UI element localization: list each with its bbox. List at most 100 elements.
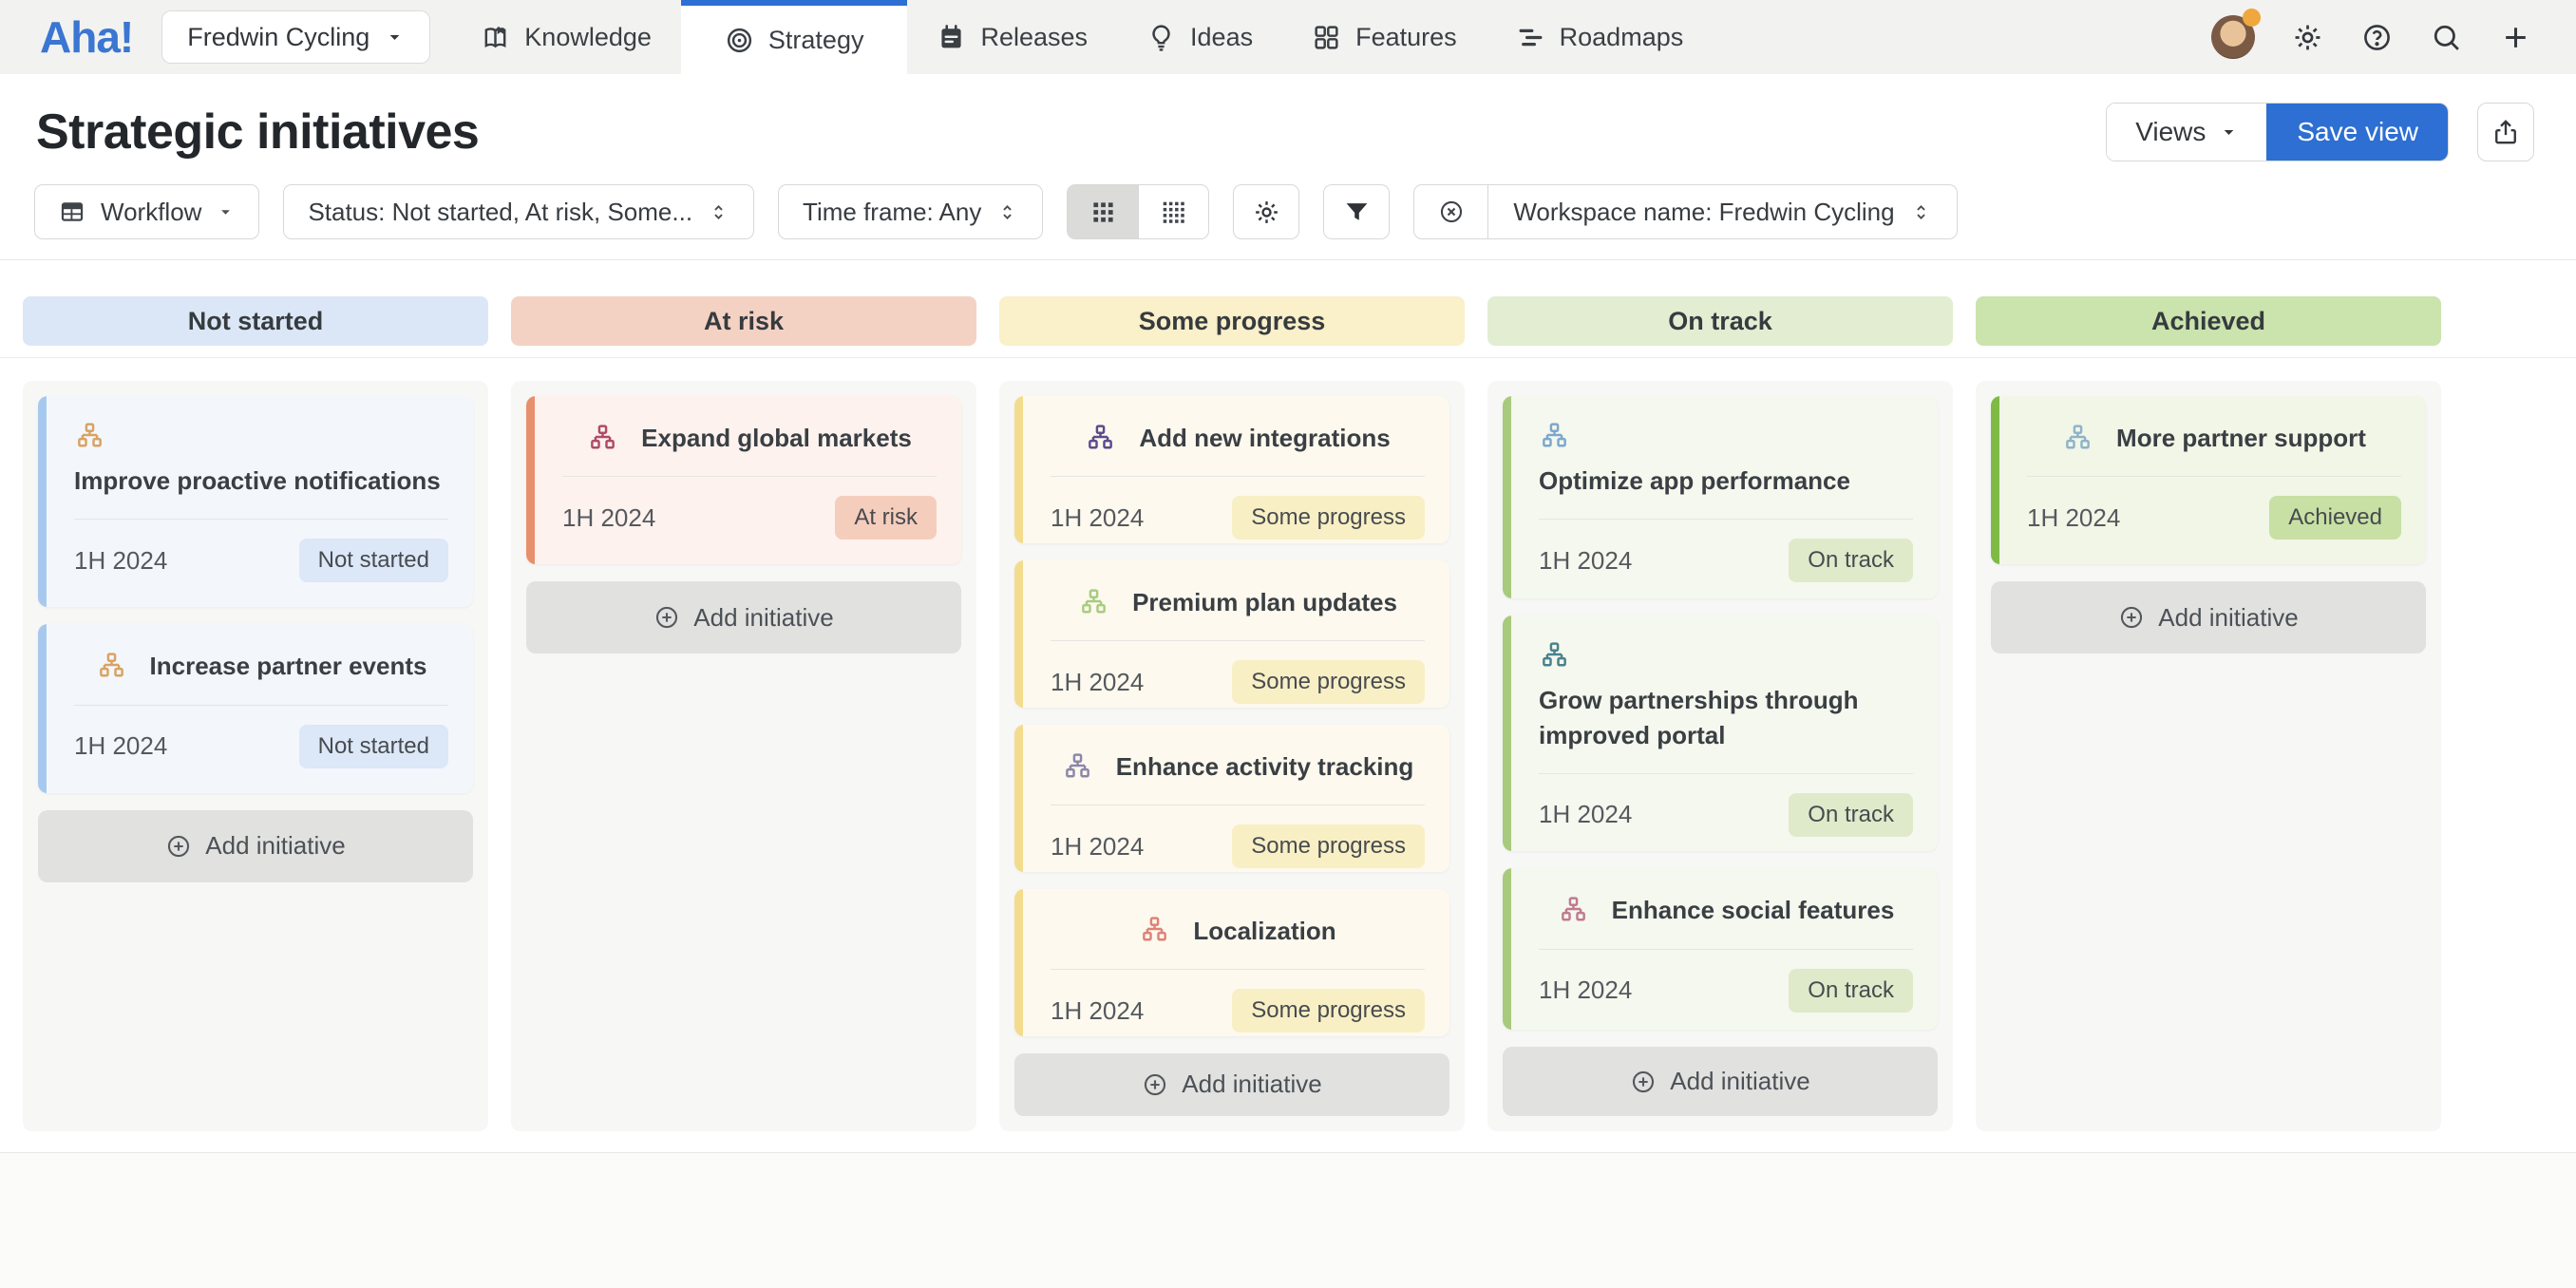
initiative-icon <box>1539 421 1570 452</box>
status-stripe <box>1014 725 1023 872</box>
views-button[interactable]: Views <box>2107 104 2267 161</box>
card-divider <box>2027 476 2401 477</box>
circle-x-icon <box>1438 199 1465 225</box>
nav-item-releases[interactable]: Releases <box>907 0 1117 74</box>
column-not-started: Improve proactive notifications 1H 2024 … <box>23 381 488 1131</box>
initiative-card[interactable]: Enhance social features 1H 2024 On track <box>1503 868 1938 1030</box>
initiative-title: More partner support <box>2116 421 2366 455</box>
status-stripe <box>1991 396 1999 564</box>
plus-circle-icon <box>653 604 680 631</box>
settings-button[interactable] <box>2290 20 2324 54</box>
nav-item-ideas[interactable]: Ideas <box>1117 0 1282 74</box>
chevron-down-icon <box>2219 123 2239 142</box>
grid-icon <box>1312 23 1341 52</box>
toolbar-divider <box>0 259 2576 260</box>
aha-logo: Aha! <box>0 0 161 74</box>
status-badge: On track <box>1789 539 1913 582</box>
clear-filter-button[interactable] <box>1414 185 1488 238</box>
updown-chevrons-icon <box>996 201 1018 223</box>
card-divider <box>1539 949 1913 950</box>
calendar-icon <box>937 23 966 52</box>
status-stripe <box>526 396 535 564</box>
card-divider <box>1539 519 1913 520</box>
column-header-at-risk: At risk <box>511 296 976 346</box>
column-some-progress: Add new integrations 1H 2024 Some progre… <box>999 381 1465 1131</box>
workspace-selector[interactable]: Fredwin Cycling <box>161 10 430 64</box>
plus-circle-icon <box>1142 1071 1168 1098</box>
gear-icon <box>1253 199 1280 226</box>
status-stripe <box>1503 396 1511 598</box>
save-view-button[interactable]: Save view <box>2266 103 2449 161</box>
initiative-icon <box>1539 640 1570 672</box>
initiative-card[interactable]: More partner support 1H 2024 Achieved <box>1991 396 2426 564</box>
header-divider <box>0 357 2576 358</box>
initiative-card[interactable]: Improve proactive notifications 1H 2024 … <box>38 396 473 607</box>
help-button[interactable] <box>2359 20 2394 54</box>
large-cards-toggle[interactable] <box>1068 185 1138 238</box>
add-initiative-button[interactable]: Add initiative <box>526 581 961 653</box>
initiative-icon <box>74 421 105 452</box>
status-badge: At risk <box>835 496 937 540</box>
initiative-title: Expand global markets <box>641 421 912 455</box>
board-column-headers: Not started At risk Some progress On tra… <box>0 296 2576 346</box>
initiative-timeframe: 1H 2024 <box>74 546 167 576</box>
share-button[interactable] <box>2477 103 2534 161</box>
status-stripe <box>1014 889 1023 1036</box>
status-filter-label: Status: Not started, At risk, Some... <box>308 198 692 227</box>
column-header-some-progress: Some progress <box>999 296 1465 346</box>
card-divider <box>1051 969 1425 970</box>
avatar[interactable] <box>2211 15 2255 59</box>
workspace-filter-label: Workspace name: Fredwin Cycling <box>1513 198 1894 227</box>
initiative-icon <box>96 651 127 682</box>
grid-4x4-icon <box>1161 199 1186 225</box>
nav-label: Ideas <box>1190 23 1253 52</box>
workflow-dropdown[interactable]: Workflow <box>34 184 259 239</box>
table-icon <box>59 199 85 225</box>
status-filter[interactable]: Status: Not started, At risk, Some... <box>283 184 754 239</box>
status-badge: Not started <box>299 725 448 768</box>
add-initiative-button[interactable]: Add initiative <box>38 810 473 882</box>
initiative-card[interactable]: Optimize app performance 1H 2024 On trac… <box>1503 396 1938 598</box>
primary-nav: Knowledge Strategy Releases Ideas Featur… <box>451 0 1713 74</box>
nav-label: Features <box>1355 23 1457 52</box>
initiative-title: Localization <box>1193 914 1335 948</box>
timeframe-filter[interactable]: Time frame: Any <box>778 184 1043 239</box>
nav-item-strategy[interactable]: Strategy <box>681 0 908 74</box>
nav-label: Strategy <box>768 26 864 55</box>
initiative-card[interactable]: Localization 1H 2024 Some progress <box>1014 889 1449 1036</box>
chevron-down-icon <box>385 28 405 47</box>
add-initiative-button[interactable]: Add initiative <box>1014 1053 1449 1116</box>
column-header-achieved: Achieved <box>1976 296 2441 346</box>
initiative-card[interactable]: Add new integrations 1H 2024 Some progre… <box>1014 396 1449 543</box>
search-button[interactable] <box>2429 20 2463 54</box>
initiative-card[interactable]: Premium plan updates 1H 2024 Some progre… <box>1014 560 1449 708</box>
nav-item-knowledge[interactable]: Knowledge <box>451 0 681 74</box>
initiative-card[interactable]: Expand global markets 1H 2024 At risk <box>526 396 961 564</box>
initiative-icon <box>587 423 618 454</box>
filter-button[interactable] <box>1323 184 1390 239</box>
initiative-timeframe: 1H 2024 <box>1051 832 1144 862</box>
initiative-card[interactable]: Increase partner events 1H 2024 Not star… <box>38 624 473 792</box>
workspace-filter-select[interactable]: Workspace name: Fredwin Cycling <box>1488 185 1956 238</box>
initiative-card[interactable]: Enhance activity tracking 1H 2024 Some p… <box>1014 725 1449 872</box>
initiatives-board: Improve proactive notifications 1H 2024 … <box>0 381 2576 1131</box>
nav-item-features[interactable]: Features <box>1282 0 1487 74</box>
status-stripe <box>38 396 47 607</box>
lightbulb-icon <box>1146 23 1176 52</box>
add-initiative-button[interactable]: Add initiative <box>1991 581 2426 653</box>
status-badge: On track <box>1789 969 1913 1013</box>
initiative-card[interactable]: Grow partnerships through improved porta… <box>1503 616 1938 851</box>
status-badge: Some progress <box>1232 824 1425 868</box>
column-header-not-started: Not started <box>23 296 488 346</box>
small-cards-toggle[interactable] <box>1138 185 1208 238</box>
add-initiative-button[interactable]: Add initiative <box>1503 1047 1938 1116</box>
initiative-icon <box>1139 915 1170 946</box>
column-at-risk: Expand global markets 1H 2024 At risk Ad… <box>511 381 976 1131</box>
chevron-down-icon <box>217 203 235 221</box>
initiative-icon <box>2062 423 2093 454</box>
updown-chevrons-icon <box>708 201 729 223</box>
add-button[interactable] <box>2498 20 2532 54</box>
nav-item-roadmaps[interactable]: Roadmaps <box>1487 0 1714 74</box>
view-settings-button[interactable] <box>1233 184 1299 239</box>
card-divider <box>1051 640 1425 641</box>
